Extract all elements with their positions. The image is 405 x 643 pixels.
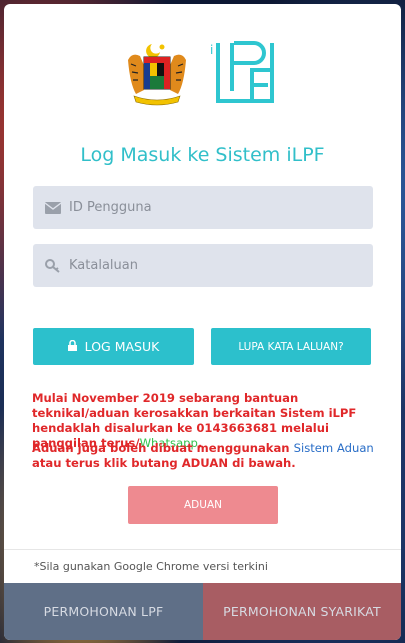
complaint-notice: Aduan juga boleh dibuat menggunakan Sist… [32, 441, 377, 471]
browser-footnote: *Sila gunakan Google Chrome versi terkin… [34, 560, 268, 573]
tab-permohonan-syarikat[interactable]: PERMOHONAN SYARIKAT [203, 583, 401, 640]
aduan-button[interactable]: ADUAN [128, 486, 278, 524]
svg-text:i: i [210, 43, 213, 57]
logo-area: i [4, 40, 401, 110]
envelope-icon [45, 200, 61, 216]
login-button[interactable]: LOG MASUK [33, 328, 194, 365]
tab-permohonan-syarikat-label: PERMOHONAN SYARIKAT [223, 604, 381, 619]
username-input[interactable] [69, 200, 373, 215]
aduan-button-label: ADUAN [184, 499, 222, 511]
login-card: i Log Masuk ke Sistem iLPF LOG MASUK [4, 4, 401, 640]
malaysia-coat-of-arms-logo [128, 44, 186, 106]
password-field[interactable] [33, 244, 373, 287]
sistem-aduan-link[interactable]: Sistem Aduan [294, 441, 374, 455]
page-title: Log Masuk ke Sistem iLPF [80, 144, 325, 166]
complaint-notice-text: Aduan juga boleh dibuat menggunakan [32, 441, 294, 455]
tab-permohonan-lpf[interactable]: PERMOHONAN LPF [4, 583, 203, 640]
forgot-password-button[interactable]: LUPA KATA LALUAN? [211, 328, 371, 365]
lock-icon [67, 339, 77, 354]
forgot-password-label: LUPA KATA LALUAN? [238, 340, 344, 353]
key-icon [45, 258, 61, 274]
complaint-notice-end: atau terus klik butang ADUAN di bawah. [32, 456, 296, 470]
login-button-label: LOG MASUK [84, 339, 160, 354]
password-input[interactable] [69, 258, 373, 273]
username-field[interactable] [33, 186, 373, 229]
tab-permohonan-lpf-label: PERMOHONAN LPF [43, 604, 164, 619]
ilpf-logo: i [210, 41, 274, 103]
divider [4, 549, 401, 550]
